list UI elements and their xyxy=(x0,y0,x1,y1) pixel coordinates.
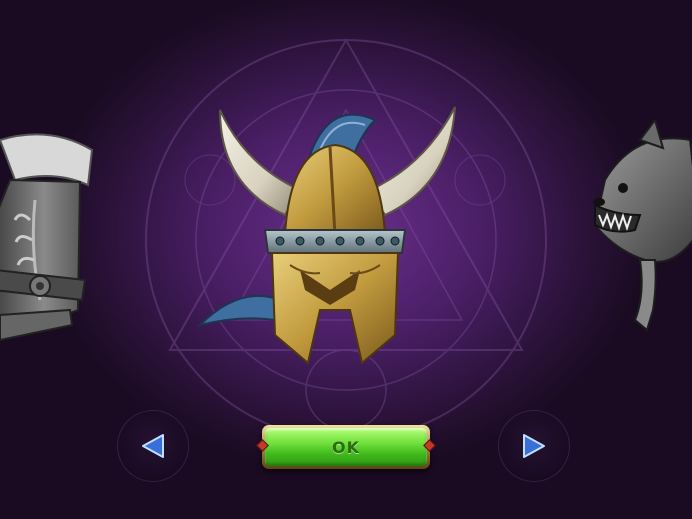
item-fur-boot[interactable] xyxy=(0,110,110,360)
ok-button[interactable]: OK xyxy=(256,425,436,469)
item-horned-helmet[interactable] xyxy=(190,95,480,375)
item-wolf-head[interactable] xyxy=(585,117,692,340)
ok-button-face: OK xyxy=(265,428,427,466)
right-arrow-icon xyxy=(523,434,545,458)
ok-button-label: OK xyxy=(332,437,360,457)
fur-boot-icon xyxy=(0,133,94,342)
left-arrow-icon xyxy=(142,434,164,458)
game-screen: OK xyxy=(0,0,692,519)
horned-helmet-icon xyxy=(196,106,456,365)
next-item-button[interactable] xyxy=(498,410,570,482)
previous-item-button[interactable] xyxy=(117,410,189,482)
wolf-head-icon xyxy=(593,117,692,332)
